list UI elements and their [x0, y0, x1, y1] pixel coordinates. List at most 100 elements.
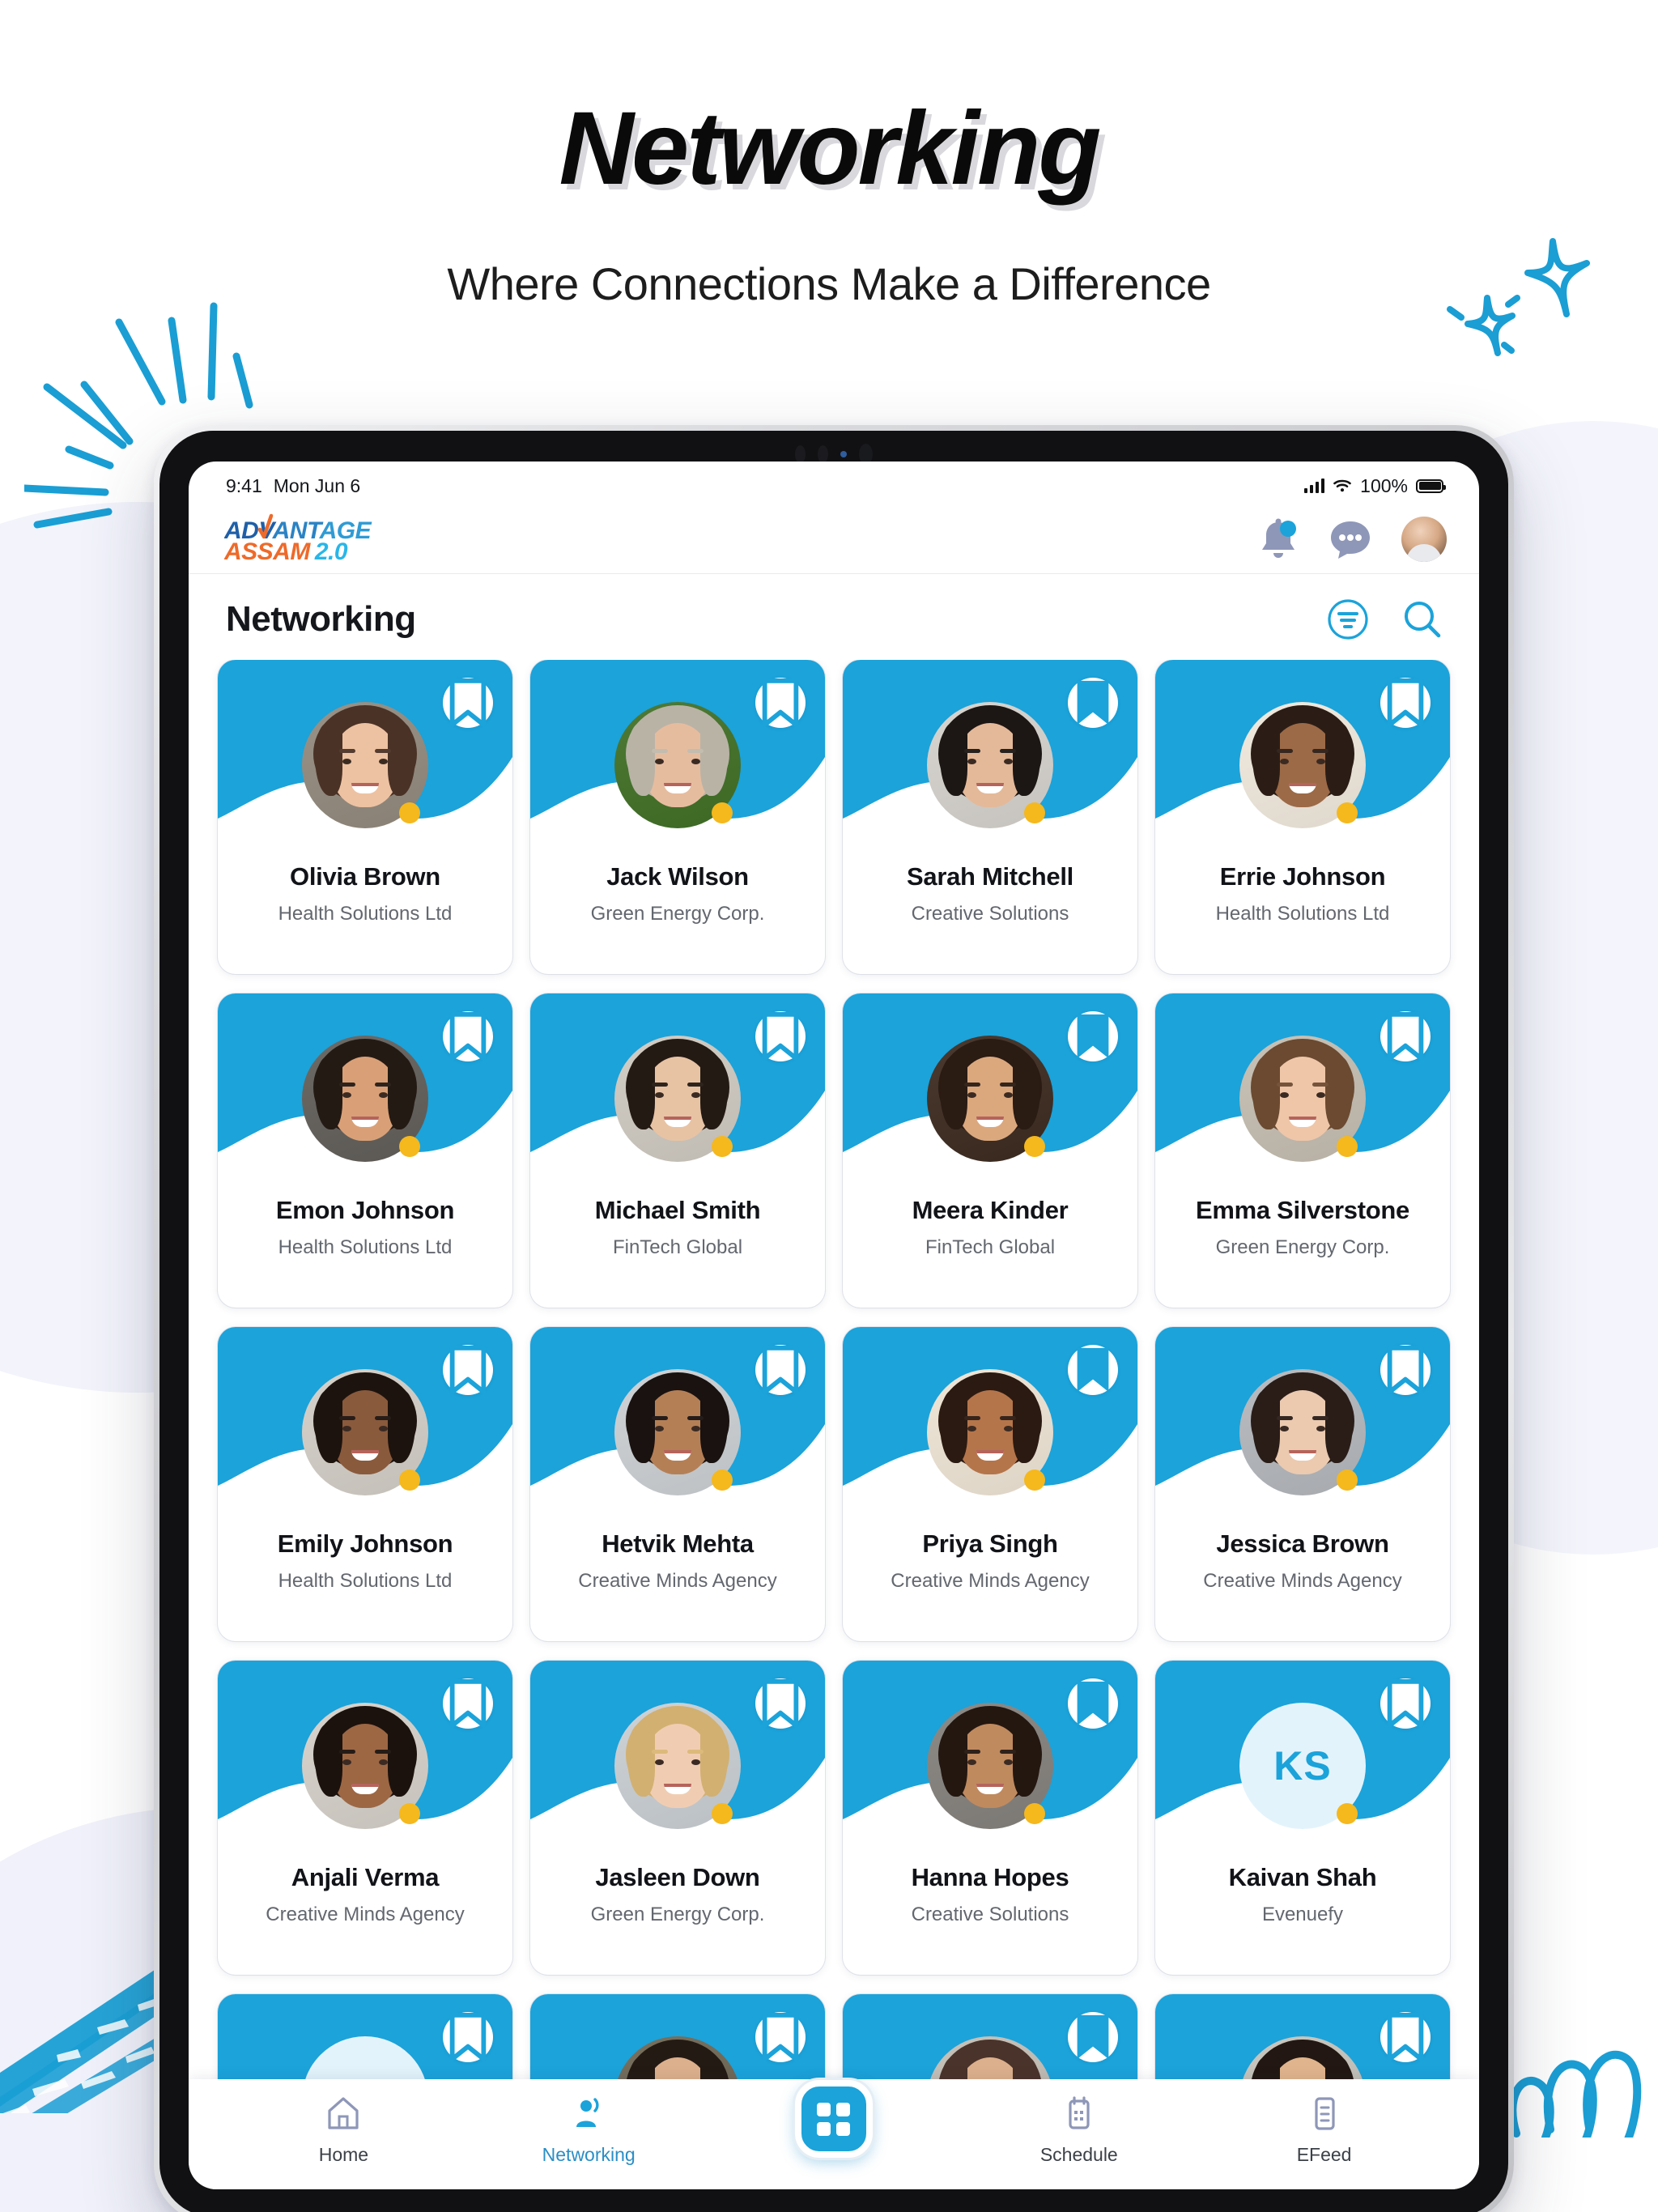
- bookmark-icon[interactable]: [443, 2012, 493, 2062]
- networking-grid-scroll[interactable]: Olivia Brown Health Solutions Ltd Jack W…: [189, 660, 1479, 2142]
- bookmark-icon[interactable]: [755, 1678, 806, 1729]
- avatar[interactable]: [1401, 517, 1447, 562]
- avatar-wrapper: [302, 702, 428, 828]
- bookmark-icon[interactable]: [443, 678, 493, 728]
- page-title: Networking: [226, 599, 416, 639]
- card-header: [218, 660, 512, 828]
- card-company-name: Creative Minds Agency: [1203, 1570, 1402, 1592]
- bookmark-icon[interactable]: [443, 1678, 493, 1729]
- grid-icon[interactable]: [794, 2080, 873, 2158]
- card-person-name: Emma Silverstone: [1196, 1196, 1409, 1224]
- bookmark-icon[interactable]: [755, 1011, 806, 1061]
- bookmark-icon[interactable]: [755, 678, 806, 728]
- status-badge: [399, 1803, 420, 1824]
- bell-icon[interactable]: [1257, 517, 1299, 561]
- hero-title: Networking: [559, 91, 1102, 206]
- networking-person-card[interactable]: Jack Wilson Green Energy Corp.: [530, 660, 825, 974]
- poster-canvas: Networking Where Connections Make a Diff…: [0, 0, 1658, 2212]
- avatar-wrapper: [614, 1703, 741, 1829]
- bookmark-icon[interactable]: [1380, 1345, 1431, 1395]
- bookmark-icon[interactable]: [1380, 1011, 1431, 1061]
- networking-person-card[interactable]: KS Kaivan Shah Evenuefy: [1155, 1661, 1450, 1975]
- bookmark-icon[interactable]: [1068, 1345, 1118, 1395]
- nav-item-home[interactable]: Home: [262, 2095, 424, 2166]
- card-header: KS: [1155, 1661, 1450, 1829]
- tablet-device-frame: 9:41 Mon Jun 6 100% ADVANTAGE ASSAM 2.0 …: [154, 425, 1514, 2212]
- bookmark-icon[interactable]: [1380, 2012, 1431, 2062]
- networking-person-card[interactable]: Anjali Verma Creative Minds Agency: [218, 1661, 512, 1975]
- card-company-name: Green Energy Corp.: [590, 903, 765, 925]
- status-badge: [712, 1803, 733, 1824]
- filter-icon[interactable]: [1327, 598, 1369, 640]
- bookmark-icon[interactable]: [1068, 678, 1118, 728]
- status-badge: [399, 1136, 420, 1157]
- status-badge: [712, 1470, 733, 1491]
- status-badge: [1024, 1136, 1045, 1157]
- nav-item-efeed[interactable]: EFeed: [1244, 2095, 1405, 2166]
- status-badge: [1024, 1803, 1045, 1824]
- networking-person-card[interactable]: Hetvik Mehta Creative Minds Agency: [530, 1327, 825, 1641]
- chat-bubble-icon[interactable]: [1329, 518, 1372, 560]
- avatar-wrapper: [614, 702, 741, 828]
- card-header: [843, 1327, 1137, 1495]
- nav-item-center[interactable]: [753, 2080, 915, 2158]
- card-company-name: FinTech Global: [612, 1236, 743, 1258]
- networking-person-card[interactable]: Errie Johnson Health Solutions Ltd: [1155, 660, 1450, 974]
- card-person-name: Olivia Brown: [290, 862, 440, 891]
- bookmark-icon[interactable]: [1380, 1678, 1431, 1729]
- bookmark-icon[interactable]: [443, 1345, 493, 1395]
- networking-person-card[interactable]: Hanna Hopes Creative Solutions: [843, 1661, 1137, 1975]
- status-badge: [399, 1470, 420, 1491]
- battery-icon: [1416, 479, 1446, 493]
- card-person-name: Kaivan Shah: [1228, 1863, 1377, 1891]
- networking-person-card[interactable]: Priya Singh Creative Minds Agency: [843, 1327, 1137, 1641]
- networking-person-card[interactable]: Jessica Brown Creative Minds Agency: [1155, 1327, 1450, 1641]
- card-header: [843, 660, 1137, 828]
- card-person-name: Anjali Verma: [291, 1863, 440, 1891]
- card-company-name: Creative Minds Agency: [891, 1570, 1090, 1592]
- bookmark-icon[interactable]: [1068, 2012, 1118, 2062]
- card-company-name: Creative Solutions: [911, 1904, 1069, 1925]
- avatar-wrapper: KS: [1239, 1703, 1366, 1829]
- card-person-name: Hanna Hopes: [911, 1863, 1069, 1891]
- bookmark-icon[interactable]: [1068, 1011, 1118, 1061]
- bookmark-icon[interactable]: [755, 1345, 806, 1395]
- coil-squiggle-decoration: [1508, 2051, 1642, 2138]
- avatar-wrapper: [927, 1369, 1053, 1495]
- networking-person-card[interactable]: Meera Kinder FinTech Global: [843, 993, 1137, 1308]
- bookmark-icon[interactable]: [443, 1011, 493, 1061]
- card-person-name: Jessica Brown: [1216, 1529, 1389, 1558]
- bookmark-icon[interactable]: [1380, 678, 1431, 728]
- networking-person-card[interactable]: Jasleen Down Green Energy Corp.: [530, 1661, 825, 1975]
- networking-person-card[interactable]: Emily Johnson Health Solutions Ltd: [218, 1327, 512, 1641]
- networking-person-card[interactable]: Sarah Mitchell Creative Solutions: [843, 660, 1137, 974]
- card-company-name: Health Solutions Ltd: [1215, 903, 1390, 925]
- tablet-screen: 9:41 Mon Jun 6 100% ADVANTAGE ASSAM 2.0 …: [189, 462, 1479, 2189]
- networking-person-card[interactable]: Emon Johnson Health Solutions Ltd: [218, 993, 512, 1308]
- card-header: [530, 660, 825, 828]
- card-person-name: Meera Kinder: [912, 1196, 1069, 1224]
- page-title-row: Networking: [189, 574, 1479, 660]
- networking-person-card[interactable]: Michael Smith FinTech Global: [530, 993, 825, 1308]
- search-icon[interactable]: [1401, 598, 1443, 640]
- card-person-name: Sarah Mitchell: [907, 862, 1073, 891]
- bookmark-icon[interactable]: [1068, 1678, 1118, 1729]
- nav-item-networking[interactable]: Networking: [508, 2095, 670, 2166]
- card-company-name: Health Solutions Ltd: [278, 903, 453, 925]
- nav-item-schedule[interactable]: Schedule: [998, 2095, 1160, 2166]
- card-company-name: Health Solutions Ltd: [278, 1236, 453, 1258]
- bottom-navigation-bar: Home Networking Schedule EFeed: [189, 2079, 1479, 2189]
- avatar-wrapper: [927, 1703, 1053, 1829]
- card-company-name: FinTech Global: [925, 1236, 1056, 1258]
- networking-person-card[interactable]: Emma Silverstone Green Energy Corp.: [1155, 993, 1450, 1308]
- advantage-assam-logo: ADVANTAGE ASSAM 2.0: [223, 513, 397, 567]
- signal-bars-icon: [1304, 479, 1325, 493]
- home-icon: [325, 2095, 362, 2136]
- avatar-wrapper: [614, 1369, 741, 1495]
- card-company-name: Evenuefy: [1261, 1904, 1344, 1925]
- networking-person-card[interactable]: Olivia Brown Health Solutions Ltd: [218, 660, 512, 974]
- avatar-wrapper: [927, 702, 1053, 828]
- status-badge: [1337, 1803, 1358, 1824]
- bookmark-icon[interactable]: [755, 2012, 806, 2062]
- card-company-name: Creative Solutions: [911, 903, 1069, 925]
